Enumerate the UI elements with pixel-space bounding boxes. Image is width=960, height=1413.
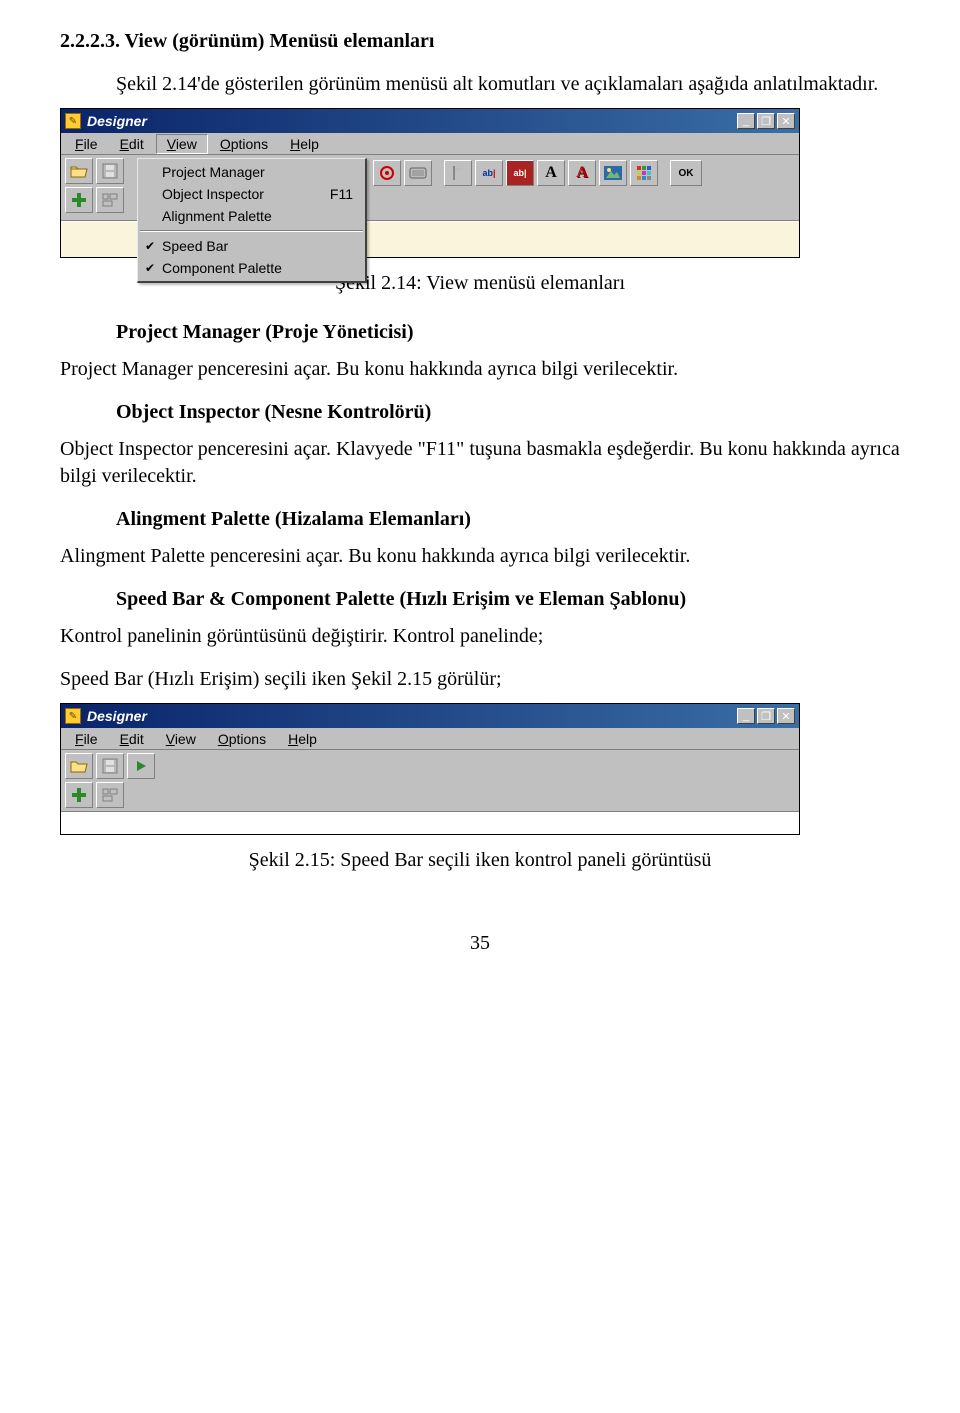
image-tool[interactable] [599,160,627,186]
work-area-2 [61,812,799,834]
open-button-2[interactable] [65,753,93,779]
sbcp-body: Kontrol panelinin görüntüsünü değiştirir… [60,623,900,650]
add-button[interactable] [65,187,93,213]
ap-title: Alingment Palette (Hizalama Elemanları) [116,508,471,530]
restore-button-2[interactable]: ❐ [757,708,775,724]
grid-tool[interactable] [630,160,658,186]
close-button-2[interactable]: ✕ [777,708,795,724]
app-icon-2: ✎ [65,708,81,724]
designer-window-1: ✎ Designer _ ❐ ✕ File Edit View Options … [60,108,800,258]
menu-edit[interactable]: Edit [110,135,154,153]
menu-help-2[interactable]: Help [278,730,327,748]
target-tool[interactable] [373,160,401,186]
button3d-tool[interactable] [404,160,432,186]
section-heading: 2.2.2.3. View (görünüm) Menüsü elemanlar… [60,30,900,53]
target-icon [379,165,395,181]
pm-body: Project Manager penceresini açar. Bu kon… [60,356,900,383]
ap-body: Alingment Palette penceresini açar. Bu k… [60,543,900,570]
oi-body: Object Inspector penceresini açar. Klavy… [60,436,900,490]
ok-icon: OK [679,168,694,179]
title-bar-2: ✎ Designer _ ❐ ✕ [61,704,799,728]
menu-bar-2: File Edit View Options Help [61,728,799,750]
oi-title: Object Inspector (Nesne Kontrolörü) [116,401,431,423]
flag-tool[interactable] [444,160,472,186]
pm-title: Project Manager (Proje Yöneticisi) [116,321,413,343]
label-tool-a2[interactable]: A [568,160,596,186]
edit-tool-1[interactable]: ab| [475,160,503,186]
folder-open-icon [70,759,88,773]
add-button-2[interactable] [65,782,93,808]
speedbar-line: Speed Bar (Hızlı Erişim) seçili iken Şek… [60,666,900,693]
minimize-button[interactable]: _ [737,113,755,129]
align-button[interactable] [96,187,124,213]
shortcut: F11 [330,186,359,202]
menu-item-alignment-palette[interactable]: Alignment Palette [138,205,365,227]
designer-window-2: ✎ Designer _ ❐ ✕ File Edit View Options … [60,703,800,835]
menu-file[interactable]: File [65,135,108,153]
plus-icon [71,787,87,803]
flag-icon [451,165,465,181]
folder-open-icon [70,164,88,178]
menu-file-2[interactable]: File [65,730,108,748]
menu-item-project-manager[interactable]: Project Manager [138,161,365,183]
ab-i-icon: ab| [482,168,495,178]
ab-ii-icon: ab| [513,168,526,178]
image-icon [604,166,622,180]
align-button-2[interactable] [96,782,124,808]
restore-button[interactable]: ❐ [757,113,775,129]
page-number: 35 [60,932,900,955]
view-dropdown: Project Manager Object Inspector F11 Ali… [137,158,367,283]
play-icon [134,759,148,773]
grid-icon [636,165,652,181]
save-button[interactable] [96,158,124,184]
check-icon: ✔ [142,261,158,275]
window-title: Designer [87,113,147,129]
app-icon: ✎ [65,113,81,129]
minimize-button-2[interactable]: _ [737,708,755,724]
menu-item-object-inspector[interactable]: Object Inspector F11 [138,183,365,205]
align-icon [102,788,118,802]
floppy-icon [102,163,118,179]
sbcp-title: Speed Bar & Component Palette (Hızlı Eri… [116,588,686,610]
label-tool-a[interactable]: A [537,160,565,186]
menu-bar: File Edit View Options Help [61,133,799,155]
edit-tool-2[interactable]: ab| [506,160,534,186]
menu-separator [140,230,363,232]
menu-help[interactable]: Help [280,135,329,153]
close-button[interactable]: ✕ [777,113,795,129]
toolbar-area: Project Manager Object Inspector F11 Ali… [61,155,799,221]
menu-item-component-palette[interactable]: ✔ Component Palette [138,257,365,279]
check-icon: ✔ [142,239,158,253]
ok-tool[interactable]: OK [670,160,702,186]
window-title-2: Designer [87,708,147,724]
toolbar-area-2 [61,750,799,812]
save-button-2[interactable] [96,753,124,779]
plus-icon [71,192,87,208]
menu-view-2[interactable]: View [156,730,206,748]
button3d-icon [409,167,427,179]
menu-edit-2[interactable]: Edit [110,730,154,748]
title-bar: ✎ Designer _ ❐ ✕ [61,109,799,133]
intro-paragraph: Şekil 2.14'de gösterilen görünüm menüsü … [60,71,900,98]
floppy-icon [102,758,118,774]
align-icon [102,193,118,207]
run-button-2[interactable] [127,753,155,779]
menu-options[interactable]: Options [210,135,278,153]
menu-item-speed-bar[interactable]: ✔ Speed Bar [138,235,365,257]
open-button[interactable] [65,158,93,184]
menu-view[interactable]: View [156,134,208,154]
figure-caption-2: Şekil 2.15: Speed Bar seçili iken kontro… [60,849,900,872]
menu-options-2[interactable]: Options [208,730,276,748]
